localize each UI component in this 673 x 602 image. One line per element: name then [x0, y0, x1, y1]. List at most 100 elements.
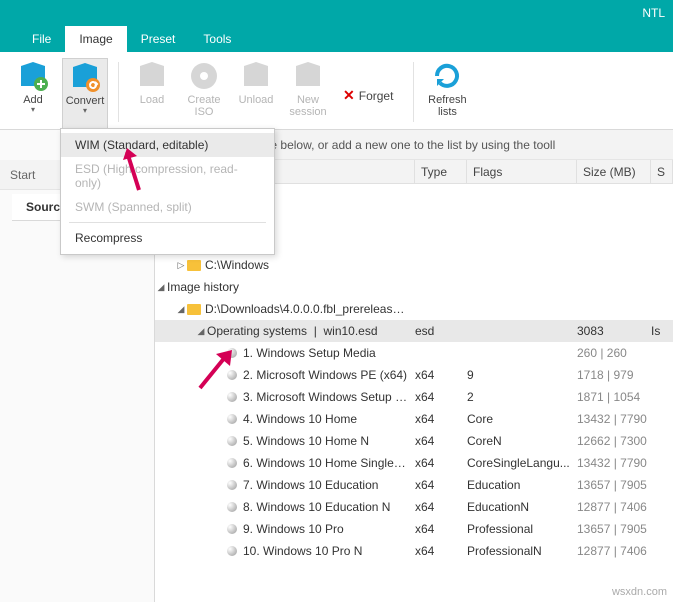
tree-type: x64	[415, 544, 467, 558]
tree-row[interactable]: 4. Windows 10 Homex64Core13432 | 7790	[155, 408, 673, 430]
chevron-down-icon: ▾	[83, 106, 87, 115]
tree-type: x64	[415, 500, 467, 514]
col-type[interactable]: Type	[415, 160, 467, 183]
tree-type: x64	[415, 412, 467, 426]
menu-preset[interactable]: Preset	[127, 26, 190, 52]
bullet-icon	[227, 524, 237, 534]
unload-button[interactable]: Unload	[233, 58, 279, 129]
tree-label: Operating systems | win10.esd	[207, 324, 415, 338]
load-icon	[136, 60, 168, 92]
tree-row[interactable]: 6. Windows 10 Home Single Lang...x64Core…	[155, 452, 673, 474]
tree-row[interactable]: 1. Windows Setup Media 260 | 260	[155, 342, 673, 364]
tree-flags: 2	[467, 390, 577, 404]
tree-label: 9. Windows 10 Pro	[243, 522, 415, 536]
ribbon: Add ▾ Convert ▾ Load Create ISO Unload N…	[0, 52, 673, 130]
tree-type: x64	[415, 522, 467, 536]
tree-row[interactable]: ◢Image history	[155, 276, 673, 298]
chevron-down-icon: ▾	[31, 105, 35, 114]
load-button[interactable]: Load	[129, 58, 175, 129]
dropdown-swm[interactable]: SWM (Spanned, split)	[61, 195, 274, 219]
watermark: wsxdn.com	[612, 586, 667, 598]
menu-bar: File Image Preset Tools	[0, 26, 673, 52]
tree-label: 2. Microsoft Windows PE (x64)	[243, 368, 415, 382]
tree-size: 12662 | 7300	[577, 434, 651, 448]
tree-row[interactable]: ◢Operating systems | win10.esdesd3083Is	[155, 320, 673, 342]
convert-icon	[69, 61, 101, 93]
tree-flags: EducationN	[467, 500, 577, 514]
tree-size: 12877 | 7406	[577, 544, 651, 558]
bullet-icon	[227, 546, 237, 556]
tree-label: 5. Windows 10 Home N	[243, 434, 415, 448]
dropdown-esd[interactable]: ESD (High compression, read-only)	[61, 157, 274, 195]
create-iso-button[interactable]: Create ISO	[181, 58, 227, 129]
bullet-icon	[227, 502, 237, 512]
toggle-icon[interactable]: ◢	[195, 326, 207, 337]
tree-row[interactable]: ◢D:\Downloads\4.0.0.0.fbl_prerelease.gus…	[155, 298, 673, 320]
tree-flags: ProfessionalN	[467, 544, 577, 558]
tree-row[interactable]: 2. Microsoft Windows PE (x64)x6491718 | …	[155, 364, 673, 386]
add-button[interactable]: Add ▾	[10, 58, 56, 129]
tree-type: x64	[415, 390, 467, 404]
tree-size: 13657 | 7905	[577, 522, 651, 536]
folder-icon	[187, 304, 201, 315]
new-session-label: New session	[289, 94, 326, 118]
tree-flags: CoreSingleLangu...	[467, 456, 577, 470]
refresh-button[interactable]: Refresh lists	[424, 58, 470, 129]
forget-button[interactable]: ✕ Forget	[343, 62, 393, 129]
col-flags[interactable]: Flags	[467, 160, 577, 183]
toggle-icon[interactable]: ◢	[175, 304, 187, 315]
menu-file[interactable]: File	[18, 26, 65, 52]
tree-size: 3083	[577, 324, 651, 338]
new-session-button[interactable]: New session	[285, 58, 331, 129]
bullet-icon	[227, 392, 237, 402]
disc-icon	[188, 60, 220, 92]
unload-label: Unload	[239, 94, 274, 106]
refresh-label: Refresh lists	[428, 94, 467, 118]
tree-type: x64	[415, 368, 467, 382]
tree-row[interactable]: 9. Windows 10 Prox64Professional13657 | …	[155, 518, 673, 540]
tree-size: 260 | 260	[577, 346, 651, 360]
menu-image[interactable]: Image	[65, 26, 126, 52]
tree-type: x64	[415, 434, 467, 448]
tree-label: C:\Windows	[205, 258, 415, 272]
tree-row[interactable]: 8. Windows 10 Education Nx64EducationN12…	[155, 496, 673, 518]
tree-flags: Education	[467, 478, 577, 492]
toggle-icon[interactable]: ◢	[155, 282, 167, 293]
bullet-icon	[227, 458, 237, 468]
tree-type: x64	[415, 478, 467, 492]
dropdown-recompress[interactable]: Recompress	[61, 226, 274, 250]
tree-row[interactable]: 3. Microsoft Windows Setup (x64)x6421871…	[155, 386, 673, 408]
tree-row[interactable]: ▷ C:\Windows	[155, 254, 673, 276]
close-icon: ✕	[343, 87, 355, 104]
create-iso-label: Create ISO	[187, 94, 220, 118]
add-icon	[17, 60, 49, 92]
tree-row[interactable]: 5. Windows 10 Home Nx64CoreN12662 | 7300	[155, 430, 673, 452]
tree-label: 1. Windows Setup Media	[243, 346, 415, 360]
col-last[interactable]: S	[651, 160, 673, 183]
tree-flags: 9	[467, 368, 577, 382]
tree-row[interactable]: 10. Windows 10 Pro Nx64ProfessionalN1287…	[155, 540, 673, 562]
tree-size: 13432 | 7790	[577, 456, 651, 470]
tree-label: 4. Windows 10 Home	[243, 412, 415, 426]
tree-size: 13657 | 7905	[577, 478, 651, 492]
toggle-icon[interactable]: ▷	[175, 260, 187, 271]
window-title: NTL	[642, 6, 665, 20]
refresh-icon	[431, 60, 463, 92]
tree-label: 6. Windows 10 Home Single Lang...	[243, 456, 415, 470]
tree-flags: Core	[467, 412, 577, 426]
tree-size: 13432 | 7790	[577, 412, 651, 426]
col-size[interactable]: Size (MB)	[577, 160, 651, 183]
tree-type: x64	[415, 456, 467, 470]
menu-tools[interactable]: Tools	[189, 26, 245, 52]
convert-button[interactable]: Convert ▾	[62, 58, 108, 129]
tree-type: esd	[415, 324, 467, 338]
tree-row[interactable]: 7. Windows 10 Educationx64Education13657…	[155, 474, 673, 496]
bullet-icon	[227, 414, 237, 424]
dropdown-separator	[69, 222, 266, 223]
tree-flags: CoreN	[467, 434, 577, 448]
tree-label: 3. Microsoft Windows Setup (x64)	[243, 390, 415, 404]
dropdown-wim[interactable]: WIM (Standard, editable)	[61, 133, 274, 157]
new-session-icon	[292, 60, 324, 92]
tree-label: Image history	[167, 280, 415, 294]
forget-label: Forget	[359, 89, 394, 103]
